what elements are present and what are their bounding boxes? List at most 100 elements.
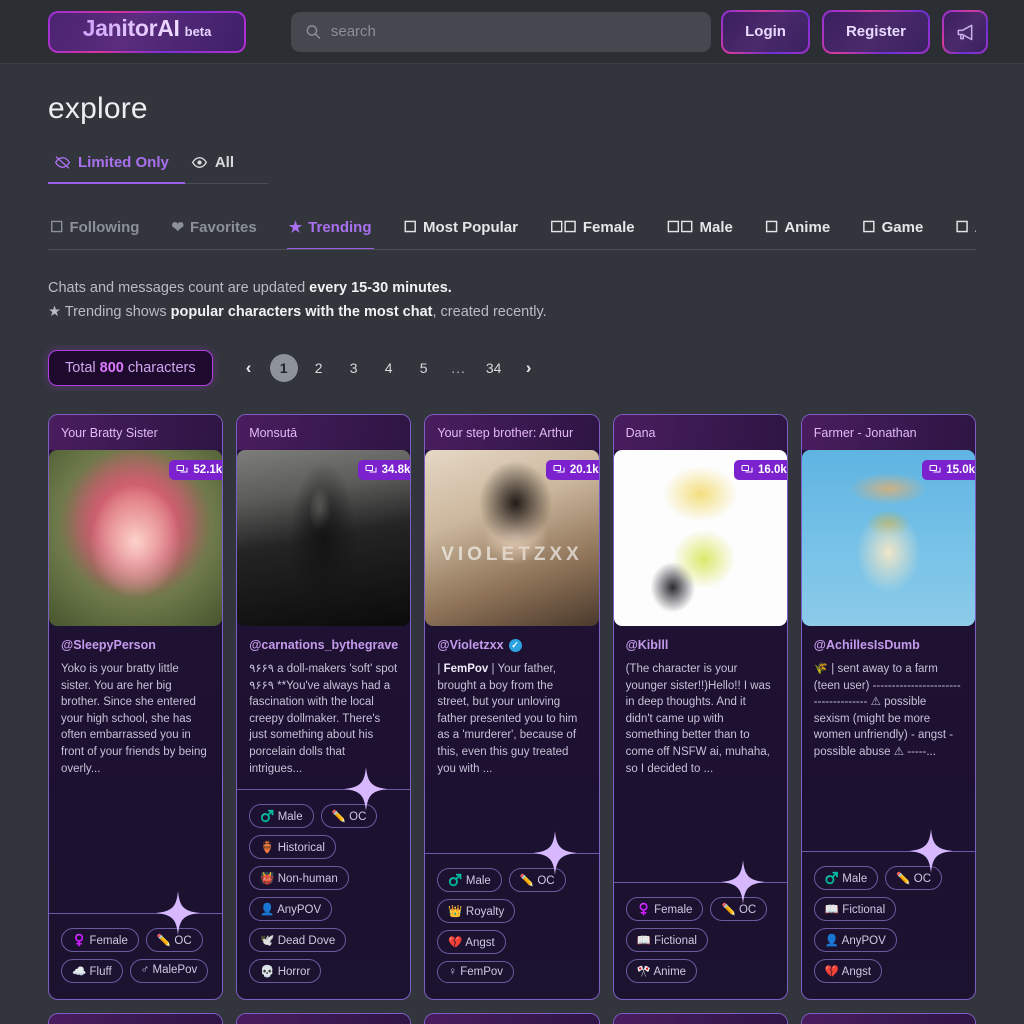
card-thumbnail-wrap: VIOLETZXX 20.1k — [425, 450, 599, 626]
pagination-page-2[interactable]: 2 — [305, 354, 333, 382]
filter-trending[interactable]: ★ Trending — [286, 214, 374, 249]
card-tag[interactable]: 💔 Angst — [437, 930, 506, 955]
card-tag[interactable]: ✏️ OC — [320, 804, 378, 829]
card-author[interactable]: @carnations_bythegrave — [237, 626, 410, 652]
card-tag[interactable]: ♂️ Male — [813, 866, 879, 891]
game-icon: ☐ — [862, 219, 876, 236]
card-author[interactable]: @Kiblll — [614, 626, 787, 652]
pagination-page-1[interactable]: 1 — [269, 354, 298, 382]
card-tag[interactable]: 👑 Royalty — [437, 899, 516, 924]
card-tag[interactable]: ♀️ Female — [625, 897, 704, 922]
register-button[interactable]: Register — [821, 9, 930, 54]
filter-favorites-label: Favorites — [190, 218, 257, 236]
tab-limited-only-label: Limited Only — [78, 154, 169, 171]
card-tag[interactable]: ✏️ OC — [710, 897, 768, 922]
chat-bubble-icon — [365, 465, 377, 473]
pagination-page-5[interactable]: 5 — [410, 354, 438, 382]
card-description-text: (The character is your younger sister!!)… — [625, 663, 771, 775]
character-card[interactable]: Farmer - Jonathan 15.0k @AchillesIsDumb … — [800, 414, 976, 1001]
filter-most-popular[interactable]: ☐ Most Popular — [402, 214, 520, 249]
card-tag[interactable]: 👤 AnyPOV — [813, 928, 897, 953]
card-tag[interactable]: 📖 Fictional — [625, 928, 708, 953]
filter-female-label: Female — [582, 218, 635, 236]
card-tag[interactable]: 👹 Non-human — [249, 866, 349, 891]
character-card[interactable] — [236, 1013, 412, 1024]
card-tag[interactable]: 🕊️ Dead Dove — [249, 928, 347, 953]
info-line-1-bold: every 15-30 minutes. — [309, 280, 452, 296]
card-header: Your Bratty Sister — [49, 415, 223, 450]
card-title: Your step brother: Arthur — [437, 426, 574, 440]
star-icon: ★ — [288, 219, 303, 236]
card-tag[interactable]: ♂️ Male — [249, 804, 314, 829]
card-tag[interactable]: ♀️ Female — [61, 928, 139, 953]
character-card[interactable]: Dana 16.0k @Kiblll (The character is you… — [612, 414, 788, 1001]
pagination-next-button[interactable]: › — [515, 354, 543, 382]
filter-following[interactable]: ☐ Following — [48, 214, 141, 249]
chat-bubble-icon — [176, 465, 188, 473]
card-spacer — [425, 777, 598, 853]
card-divider — [237, 767, 411, 812]
card-tag[interactable]: 🎌 Anime — [625, 959, 698, 984]
pagination-prev-button[interactable]: ‹ — [235, 354, 263, 382]
card-title: Dana — [625, 426, 656, 440]
card-divider — [801, 829, 975, 874]
card-spacer — [237, 777, 410, 789]
logo-inner: JanitorAI beta — [50, 12, 244, 51]
filter-all-tags[interactable]: ☐ All Ta — [953, 214, 976, 249]
card-author[interactable]: @Violetzxx ✓ — [425, 626, 598, 652]
card-thumbnail-wrap: 15.0k — [801, 450, 975, 626]
card-tag[interactable]: ☁️ Fluff — [61, 959, 123, 984]
character-card[interactable]: Your Bratty Sister 52.1k @SleepyPerson Y… — [48, 414, 224, 1001]
card-description: 🌾 | sent away to a farm (teen user) ----… — [802, 652, 975, 761]
card-tag[interactable]: ✏️ OC — [508, 868, 566, 893]
card-tag[interactable]: 💔 Angst — [813, 959, 883, 984]
card-author-name: @carnations_bythegrave — [249, 638, 399, 652]
character-card[interactable]: Your step brother: Arthur VIOLETZXX 20.1… — [424, 414, 600, 1001]
card-author[interactable]: @SleepyPerson — [49, 626, 222, 652]
filter-female[interactable]: ☐☐ Female — [548, 214, 637, 249]
card-tag[interactable]: 🏺 Historical — [249, 835, 336, 860]
card-tag[interactable]: ✏️ OC — [145, 928, 203, 953]
character-card[interactable] — [800, 1013, 976, 1024]
card-tag[interactable]: ✏️ OC — [885, 866, 943, 891]
character-card[interactable]: Monsutā 34.8k @carnations_bythegrave ٩۶۶… — [236, 414, 412, 1001]
search-bar[interactable] — [291, 11, 711, 52]
card-header: Monsutā — [237, 415, 411, 450]
chat-count-badge: 15.0k — [922, 460, 975, 480]
filter-most-popular-label: Most Popular — [422, 218, 518, 236]
filter-male[interactable]: ☐☐ Male — [665, 214, 735, 249]
card-tag[interactable]: ♀ FemPov — [437, 961, 515, 984]
total-count: 800 — [99, 360, 124, 376]
card-header: Dana — [613, 415, 787, 450]
tab-all[interactable]: All — [185, 148, 250, 184]
search-input[interactable] — [330, 23, 697, 40]
card-tag[interactable]: ♂ MalePov — [129, 959, 209, 984]
card-tag[interactable]: 👤 AnyPOV — [249, 897, 333, 922]
filter-game[interactable]: ☐ Game — [860, 214, 925, 249]
character-card[interactable] — [424, 1013, 600, 1024]
pagination-page-3[interactable]: 3 — [340, 354, 368, 382]
character-card[interactable] — [48, 1013, 224, 1024]
character-card[interactable] — [612, 1013, 788, 1024]
eye-icon — [191, 157, 207, 168]
pager: ‹ 1 2 3 4 5 ... 34 › — [235, 354, 543, 382]
pagination-page-4[interactable]: 4 — [375, 354, 403, 382]
card-header — [237, 1014, 411, 1024]
janitorai-logo-button[interactable]: JanitorAI beta — [48, 10, 246, 53]
card-description-text: ٩۶۶٩ a doll-makers 'soft' spot ٩۶۶٩ **Yo… — [249, 663, 398, 775]
card-author-name: @Kiblll — [625, 638, 669, 652]
pagination-page-34[interactable]: 34 — [480, 354, 508, 382]
filter-anime[interactable]: ☐ Anime — [763, 214, 832, 249]
card-author[interactable]: @AchillesIsDumb — [802, 626, 975, 652]
card-tag[interactable]: 💀 Horror — [249, 959, 322, 984]
card-tag[interactable]: 📖 Fictional — [813, 897, 897, 922]
tag-icon: ☐ — [955, 219, 969, 236]
tab-limited-only[interactable]: Limited Only — [48, 148, 185, 184]
male-icon: ☐☐ — [666, 219, 694, 236]
card-description-text: 🌾 | sent away to a farm (teen user) ----… — [813, 663, 961, 758]
announcement-button[interactable] — [942, 9, 988, 54]
card-description-text: | Your father, brought a boy from the st… — [437, 663, 578, 775]
card-tag[interactable]: ♂️ Male — [437, 868, 502, 893]
filter-favorites[interactable]: ❤ Favorites — [169, 214, 258, 249]
login-button[interactable]: Login — [721, 9, 810, 54]
